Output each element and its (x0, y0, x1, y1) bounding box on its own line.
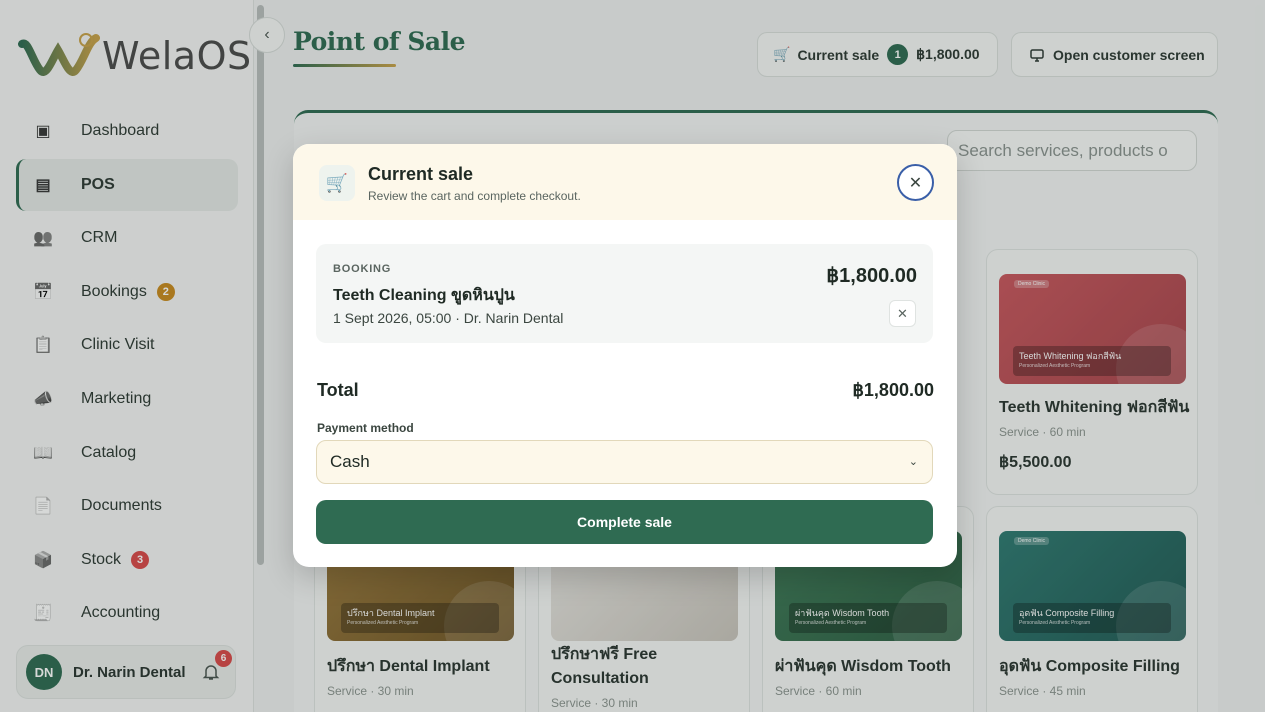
modal-title: Current sale (368, 164, 474, 184)
complete-sale-button[interactable]: Complete sale (316, 500, 933, 544)
close-modal-button[interactable]: ✕ (897, 164, 934, 201)
cart-icon: 🛒 (319, 165, 355, 201)
modal-subtitle: Review the cart and complete checkout. (368, 189, 581, 203)
chevron-down-icon: ⌄ (908, 456, 918, 468)
page-scrollbar[interactable] (1255, 5, 1263, 505)
close-icon: ✕ (897, 305, 908, 321)
item-price: ฿1,800.00 (826, 265, 917, 287)
item-name: Teeth Cleaning ขูดหินปูน (333, 287, 515, 304)
payment-method-label: Payment method (317, 421, 414, 435)
total-label: Total (317, 380, 359, 400)
cart-line-item: BOOKING Teeth Cleaning ขูดหินปูน 1 Sept … (316, 244, 933, 343)
close-icon: ✕ (908, 174, 923, 192)
remove-item-button[interactable]: ✕ (889, 300, 916, 327)
total-value: ฿1,800.00 (852, 380, 934, 400)
current-sale-modal: 🛒 Current sale Review the cart and compl… (293, 144, 957, 567)
modal-header: 🛒 Current sale Review the cart and compl… (293, 144, 957, 220)
payment-method-value: Cash (330, 452, 370, 471)
item-schedule: 1 Sept 2026, 05:00 · Dr. Narin Dental (333, 310, 564, 326)
payment-method-select[interactable]: Cash ⌄ (316, 440, 933, 484)
item-type: BOOKING (333, 263, 392, 275)
